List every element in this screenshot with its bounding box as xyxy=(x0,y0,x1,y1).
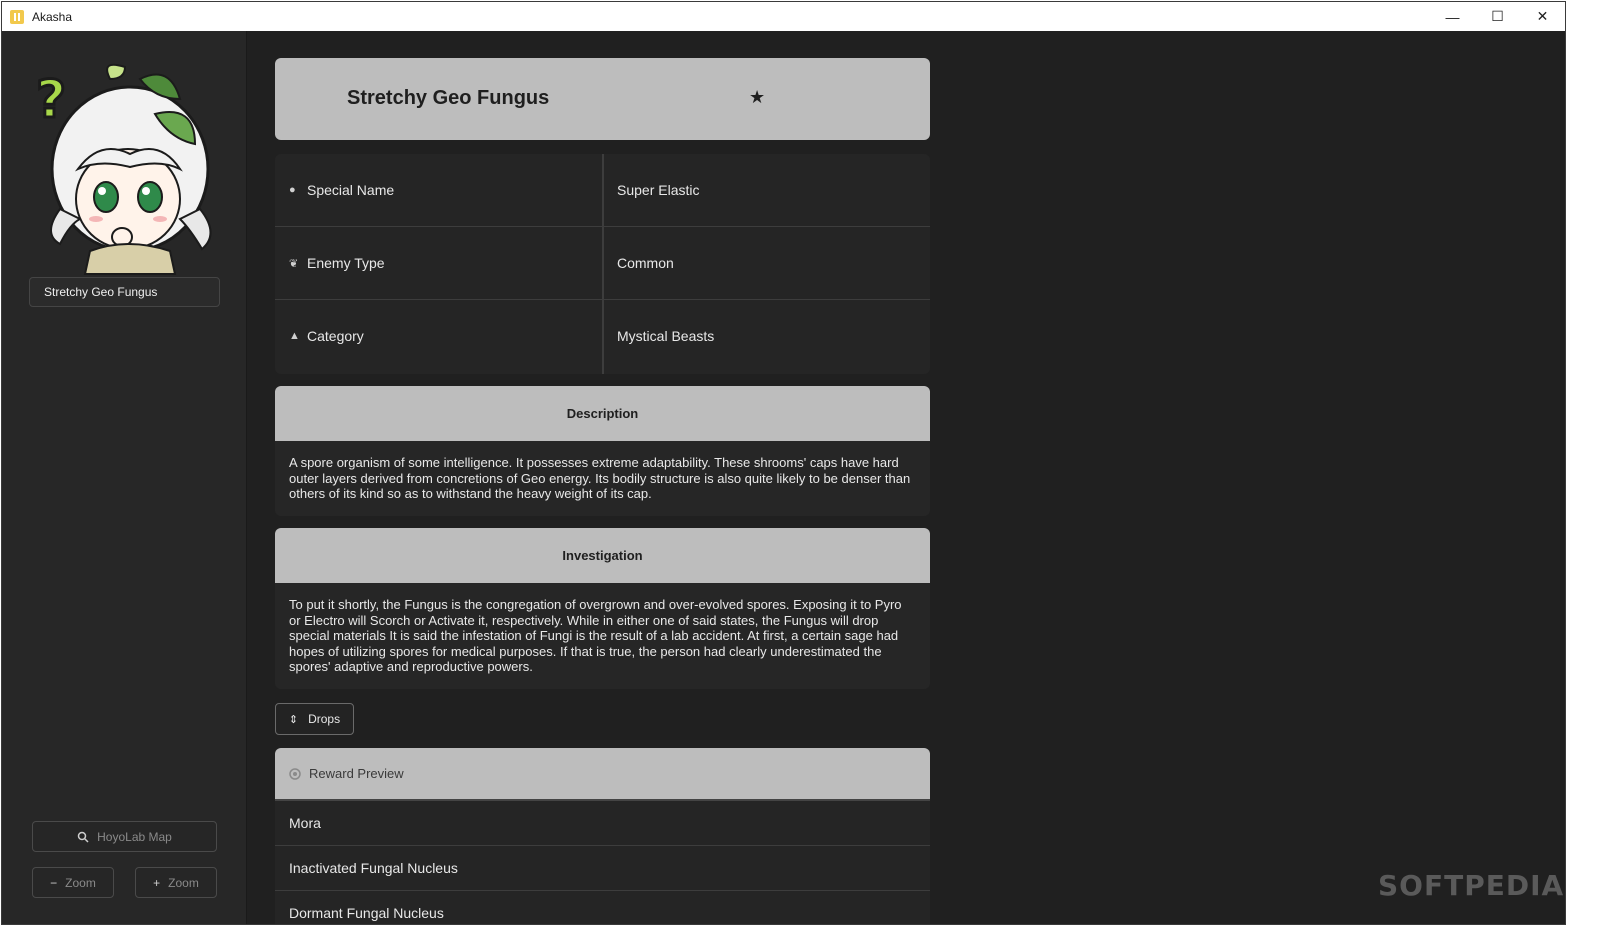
info-label-text: Special Name xyxy=(307,182,395,198)
zoom-out-button[interactable]: − Zoom xyxy=(32,867,114,898)
info-label-special-name: ● Special Name xyxy=(289,182,394,198)
info-row-category: ▲ Category Mystical Beasts xyxy=(275,300,930,373)
reward-preview-panel: Reward Preview Mora Inactivated Fungal N… xyxy=(275,748,930,924)
hoyolab-map-button[interactable]: HoyoLab Map xyxy=(32,821,217,852)
search-input[interactable]: Stretchy Geo Fungus xyxy=(29,277,220,307)
favorite-star-icon[interactable]: ★ xyxy=(749,87,765,108)
reward-item: Mora xyxy=(275,801,930,846)
investigation-text: To put it shortly, the Fungus is the con… xyxy=(289,597,902,675)
description-text: A spore organism of some intelligence. I… xyxy=(289,455,911,502)
minus-icon: − xyxy=(50,875,58,890)
investigation-section: Investigation To put it shortly, the Fun… xyxy=(275,528,930,689)
description-title: Description xyxy=(275,386,930,441)
info-label-text: Enemy Type xyxy=(307,255,385,271)
entry-header: Stretchy Geo Fungus ★ xyxy=(275,58,930,140)
info-label-category: ▲ Category xyxy=(289,328,364,344)
main-content: Stretchy Geo Fungus ★ ● Special Name Sup… xyxy=(248,31,1565,924)
expand-collapse-icon: ⇕ xyxy=(288,713,299,726)
plus-icon: + xyxy=(153,875,161,890)
reward-preview-title: Reward Preview xyxy=(309,766,404,781)
reward-item: Inactivated Fungal Nucleus xyxy=(275,846,930,891)
zoom-out-label: Zoom xyxy=(65,875,96,890)
shapes-icon: ▲ xyxy=(289,330,300,342)
title-bar: Akasha — ☐ ✕ xyxy=(2,2,1565,31)
maximize-button[interactable]: ☐ xyxy=(1475,2,1520,31)
watermark: SOFTPEDIA xyxy=(1378,869,1565,902)
investigation-title: Investigation xyxy=(275,528,930,583)
reward-search-icon xyxy=(289,767,301,780)
app-window: Akasha — ☐ ✕ ? Stretchy Geo Fungus HoyoL… xyxy=(1,1,1566,925)
map-search-icon xyxy=(77,831,89,843)
reward-preview-header: Reward Preview xyxy=(275,748,930,801)
info-row-enemy-type: ❦ Enemy Type Common xyxy=(275,227,930,300)
info-row-special-name: ● Special Name Super Elastic xyxy=(275,154,930,227)
close-button[interactable]: ✕ xyxy=(1520,2,1565,31)
sidebar: ? Stretchy Geo Fungus HoyoLab Map − Zoom… xyxy=(2,31,247,924)
drops-toggle-button[interactable]: ⇕ Drops xyxy=(275,703,354,735)
description-section: Description A spore organism of some int… xyxy=(275,386,930,516)
svg-text:?: ? xyxy=(36,70,66,130)
app-logo-icon xyxy=(10,9,24,24)
sprout-icon: ❦ xyxy=(289,257,299,270)
info-value-category: Mystical Beasts xyxy=(617,328,715,344)
reward-item: Dormant Fungal Nucleus xyxy=(275,891,930,924)
drops-label: Drops xyxy=(308,712,341,726)
zoom-in-button[interactable]: + Zoom xyxy=(135,867,217,898)
info-table: ● Special Name Super Elastic ❦ Enemy Typ… xyxy=(275,154,930,374)
lightbulb-icon: ● xyxy=(289,184,296,196)
info-label-enemy-type: ❦ Enemy Type xyxy=(289,255,385,271)
zoom-in-label: Zoom xyxy=(168,875,199,890)
info-value-enemy-type: Common xyxy=(617,255,674,271)
info-label-text: Category xyxy=(307,328,364,344)
avatar: ? xyxy=(35,63,212,275)
page-title: Stretchy Geo Fungus xyxy=(347,87,550,109)
window-controls: — ☐ ✕ xyxy=(1430,2,1565,31)
window-title: Akasha xyxy=(32,9,73,24)
info-value-special-name: Super Elastic xyxy=(617,182,700,198)
minimize-button[interactable]: — xyxy=(1430,2,1475,31)
hoyolab-map-label: HoyoLab Map xyxy=(97,829,172,844)
